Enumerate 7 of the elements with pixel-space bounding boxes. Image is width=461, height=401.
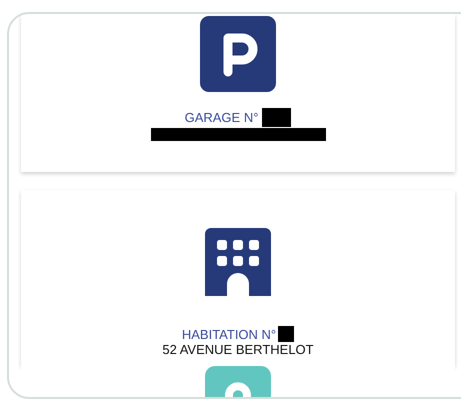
property-card[interactable]: HABITATION N° 52 AVENUE BERTHELOT (21, 190, 455, 366)
building-icon (205, 228, 271, 296)
card-title: HABITATION N° (182, 326, 276, 342)
property-card[interactable]: GARAGE N° (21, 14, 455, 172)
card-title: GARAGE N° (184, 110, 258, 125)
parking-icon (200, 16, 276, 92)
card-address: 52 AVENUE BERTHELOT (162, 342, 314, 357)
